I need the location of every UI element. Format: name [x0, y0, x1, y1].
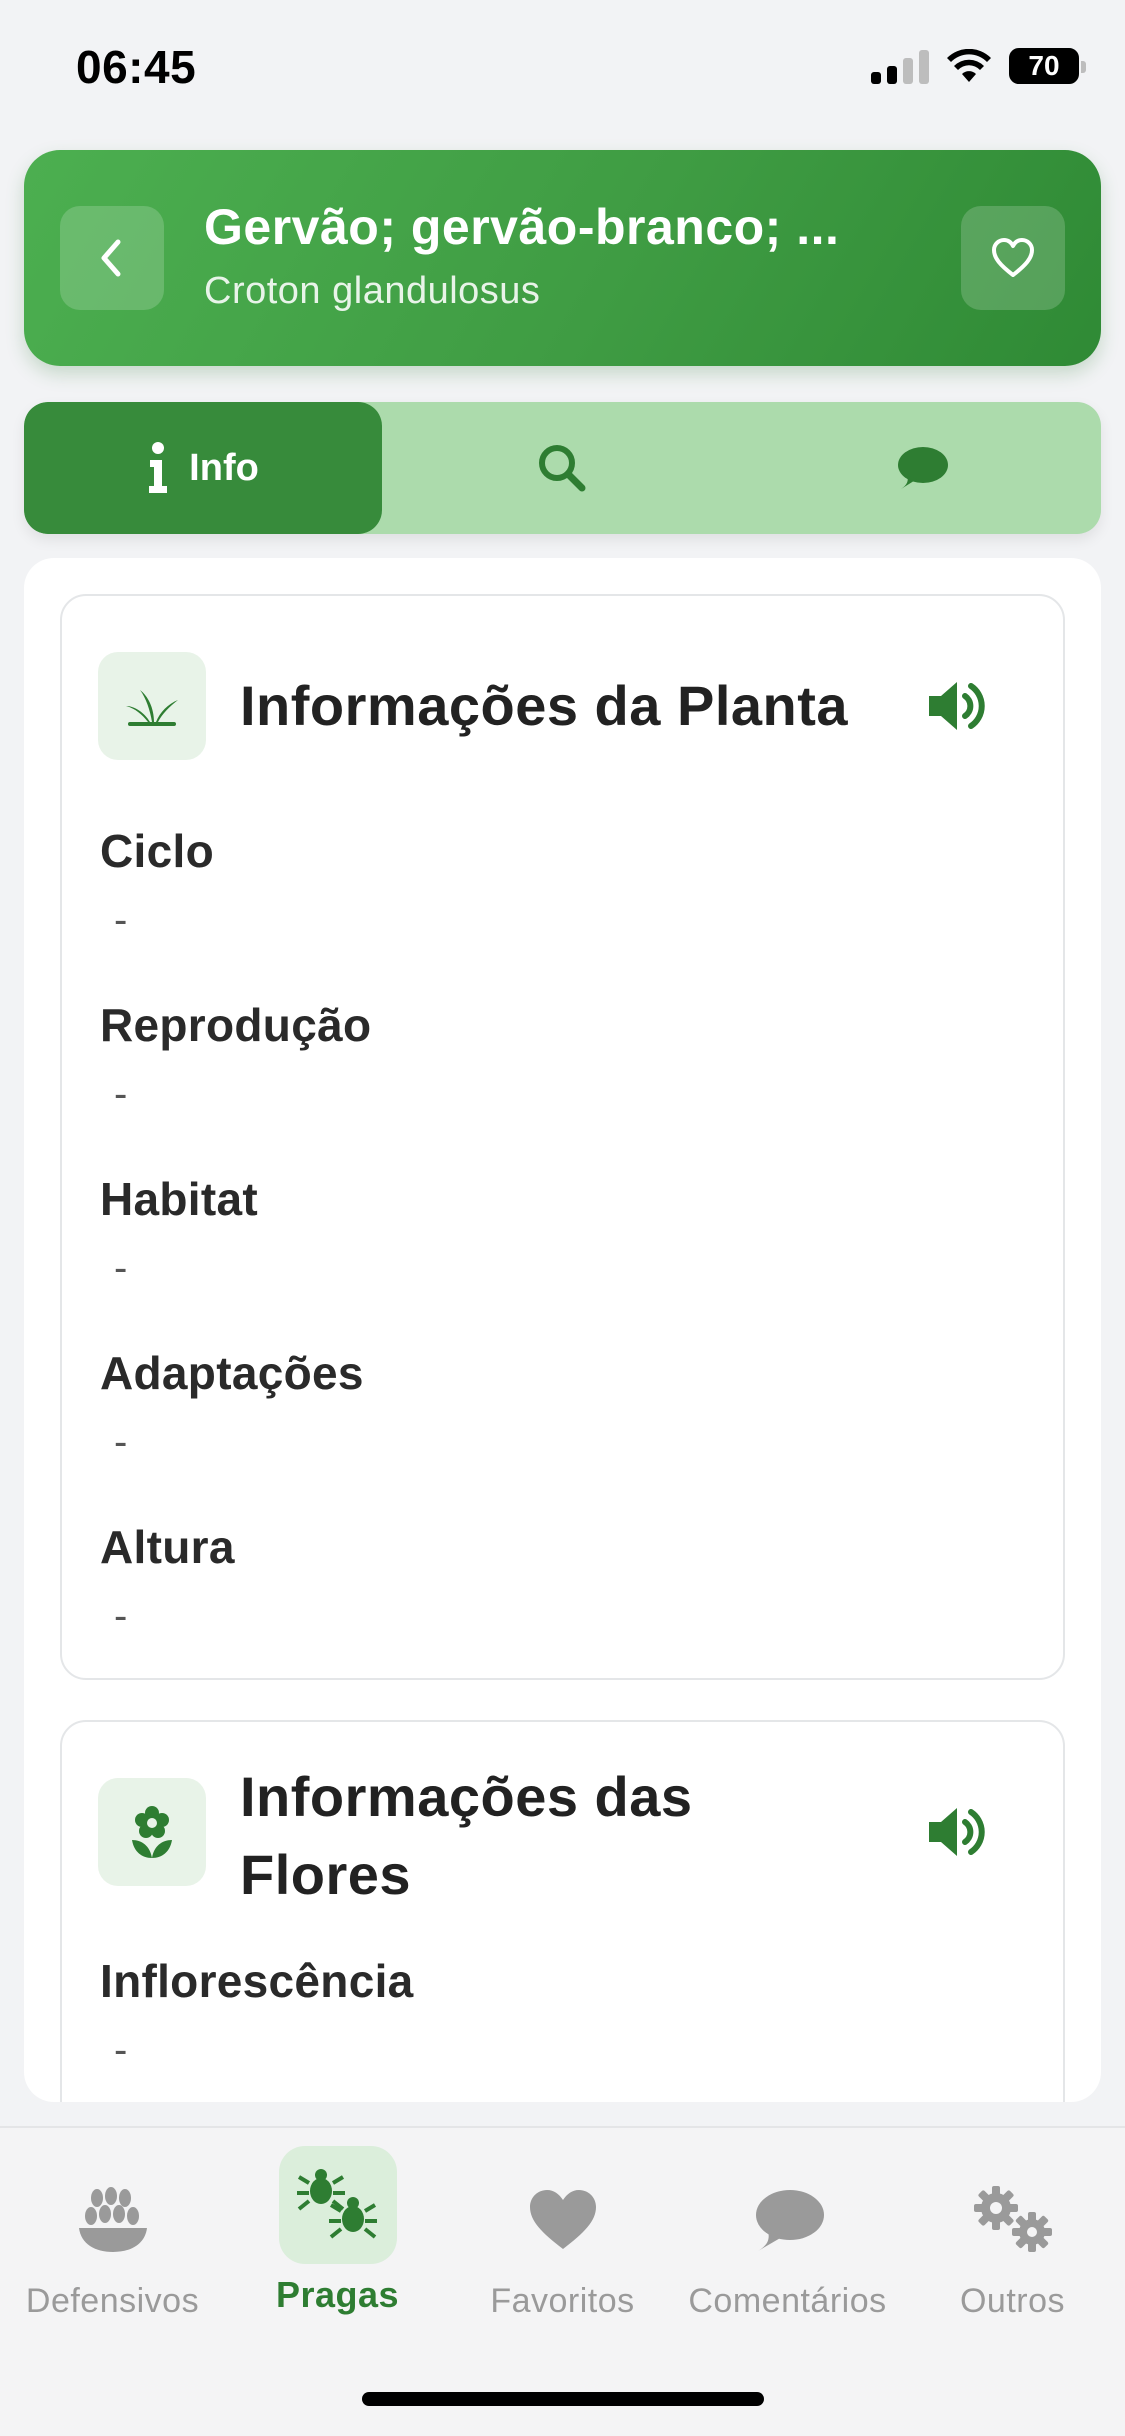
- read-aloud-button[interactable]: [925, 674, 989, 738]
- wifi-icon: [947, 49, 991, 82]
- page-title: Gervão; gervão-branco; ...: [204, 199, 840, 255]
- field-value: -: [114, 898, 128, 942]
- field-value: -: [114, 1594, 128, 1638]
- field-value: -: [114, 1420, 128, 1464]
- tab-info-label: Info: [189, 446, 259, 489]
- field-label: Habitat: [100, 1173, 259, 1225]
- speaker-icon: [929, 682, 985, 730]
- field-altura: Altura -: [100, 1520, 235, 1639]
- scientific-name: Croton glandulosus: [204, 270, 541, 312]
- chevron-left-icon: [101, 239, 121, 277]
- status-time: 06:45: [76, 41, 197, 93]
- flowers-info-card: Informações das Flores Inflorescência -: [60, 1720, 1065, 2102]
- field-inflorescencia: Inflorescência -: [100, 1954, 414, 2073]
- tab-comments[interactable]: [742, 402, 1102, 534]
- field-ciclo: Ciclo -: [100, 824, 214, 943]
- field-value: -: [114, 1246, 128, 1290]
- tab-search[interactable]: [382, 402, 742, 534]
- detail-tabs: Info: [24, 402, 1101, 534]
- field-value: -: [114, 1072, 128, 1116]
- battery-level: 70: [1028, 50, 1060, 81]
- cellular-signal-icon: [871, 48, 929, 84]
- field-label: Inflorescência: [100, 1955, 414, 2007]
- nav-outros[interactable]: Outros: [900, 2128, 1125, 2348]
- flowers-title-line2: Flores: [240, 1843, 412, 1906]
- heart-outline-icon: [992, 238, 1034, 277]
- field-label: Adaptações: [100, 1347, 364, 1399]
- comment-icon: [898, 447, 949, 489]
- field-adaptacoes: Adaptações -: [100, 1346, 364, 1465]
- plant-detail-screen: 06:45 70 Gervão; gervão-branco; ... Crot…: [0, 0, 1125, 2436]
- nav-label: Defensivos: [25, 2282, 200, 2320]
- battery-icon: 70: [1009, 48, 1086, 84]
- flowers-title-line1: Informações das: [240, 1765, 693, 1828]
- field-label: Ciclo: [100, 825, 214, 877]
- field-reproducao: Reprodução -: [100, 998, 371, 1117]
- bugs-icon: [296, 2169, 377, 2239]
- read-aloud-button[interactable]: [925, 1800, 989, 1864]
- plant-info-card: Informações da Planta Ciclo - Reprodução…: [60, 594, 1065, 1680]
- plant-info-title: Informações da Planta: [240, 674, 849, 737]
- bottom-navigation: Defensivos Pragas Favoritos Comentários …: [0, 2126, 1125, 2436]
- flower-icon: [98, 1778, 206, 1886]
- status-bar: 06:45 70: [0, 0, 1125, 140]
- nav-favoritos[interactable]: Favoritos: [450, 2128, 675, 2348]
- field-label: Reprodução: [100, 999, 372, 1051]
- field-label: Altura: [100, 1521, 235, 1573]
- plant-icon: [98, 652, 206, 760]
- plant-header: Gervão; gervão-branco; ... Croton glandu…: [24, 150, 1101, 366]
- nav-pragas[interactable]: Pragas: [225, 2128, 450, 2348]
- field-value: -: [114, 2028, 128, 2072]
- flowers-info-title: Informações das Flores: [240, 1758, 693, 1914]
- seeds-icon: [78, 2187, 147, 2252]
- status-icons: 70: [871, 48, 1086, 84]
- search-icon: [538, 445, 586, 492]
- speaker-icon: [929, 1808, 985, 1856]
- back-button[interactable]: [60, 206, 164, 310]
- tab-info[interactable]: Info: [24, 402, 382, 534]
- info-icon: [149, 442, 168, 493]
- nav-label: Comentários: [688, 2282, 887, 2320]
- nav-defensivos[interactable]: Defensivos: [0, 2128, 225, 2348]
- comment-icon: [755, 2190, 824, 2251]
- nav-label: Outros: [959, 2282, 1066, 2320]
- content-panel: Informações da Planta Ciclo - Reprodução…: [24, 558, 1101, 2102]
- heart-icon: [529, 2190, 596, 2249]
- home-indicator: [362, 2392, 764, 2406]
- nav-comentarios[interactable]: Comentários: [675, 2128, 900, 2348]
- nav-label: Pragas: [275, 2274, 400, 2315]
- gears-icon: [973, 2186, 1052, 2252]
- favorite-button[interactable]: [961, 206, 1065, 310]
- nav-label: Favoritos: [490, 2282, 635, 2320]
- field-habitat: Habitat -: [100, 1172, 258, 1291]
